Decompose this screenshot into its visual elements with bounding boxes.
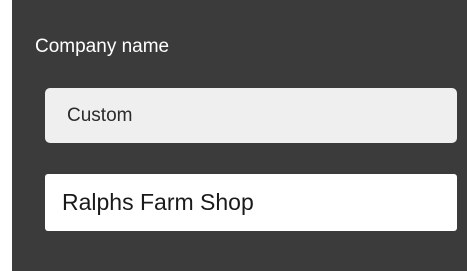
- company-name-type-value: Custom: [67, 104, 133, 126]
- company-name-type-select[interactable]: Custom: [45, 88, 457, 143]
- company-name-label: Company name: [35, 36, 170, 57]
- company-name-input[interactable]: [45, 174, 457, 231]
